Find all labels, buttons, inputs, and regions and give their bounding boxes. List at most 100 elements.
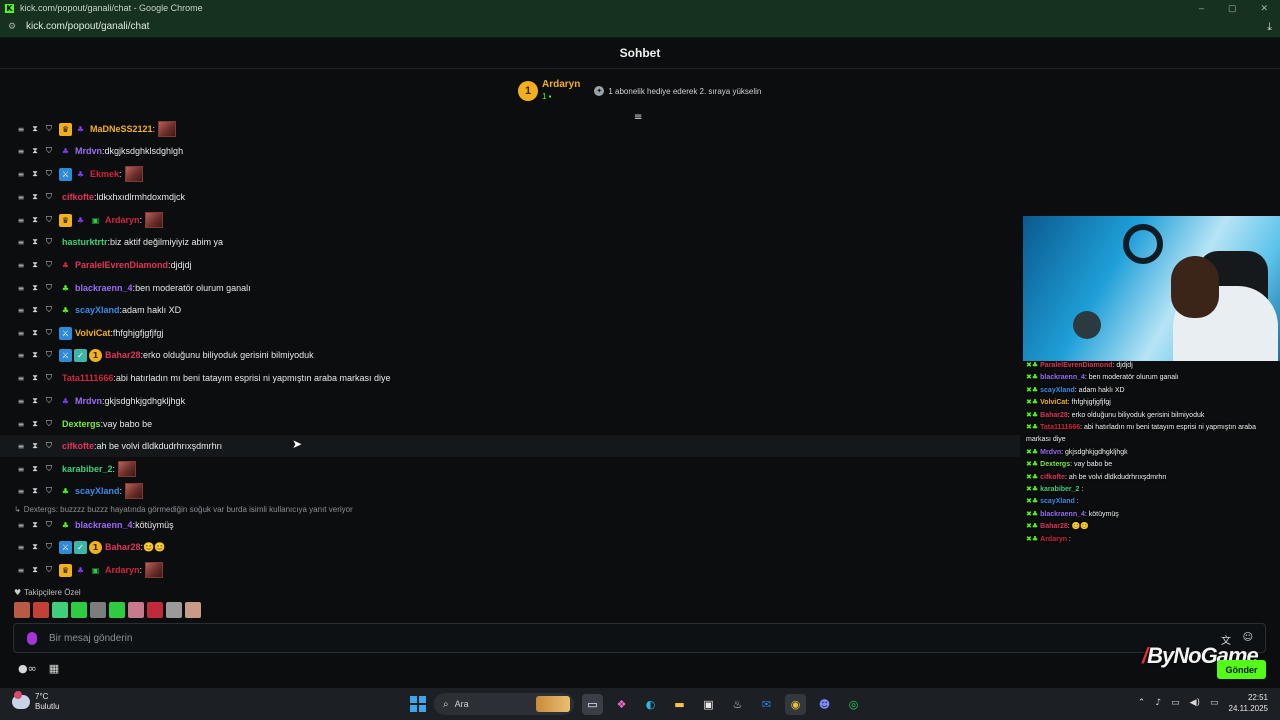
spotify-icon[interactable]: ◎ — [843, 694, 864, 715]
delete-message-icon[interactable]: ≡ — [14, 261, 28, 270]
chat-message[interactable]: ≡ ⧗ ⛉ ♣ Mrdvn: gkjsdghkjgdhgkljhgk — [0, 390, 1020, 412]
delete-message-icon[interactable]: ≡ — [14, 216, 28, 225]
chat-message[interactable]: ≡ ⧗ ⛉ karabiber_2: — [0, 458, 1020, 480]
chat-username[interactable]: scayXland — [75, 305, 120, 315]
chat-username[interactable]: hasturktrtr — [62, 237, 108, 247]
delete-message-icon[interactable]: ≡ — [14, 420, 28, 429]
timeout-icon[interactable]: ⧗ — [28, 215, 42, 225]
ban-icon[interactable]: ⛉ — [42, 305, 56, 315]
chat-username[interactable]: Dextergs — [62, 419, 101, 429]
close-icon[interactable]: ✕ — [1260, 3, 1268, 14]
download-icon[interactable]: ⤓ — [1267, 20, 1272, 34]
delete-message-icon[interactable]: ≡ — [14, 566, 28, 575]
timeout-icon[interactable]: ⧗ — [28, 237, 42, 247]
chat-message[interactable]: ≡ ⧗ ⛉ ⚔ ♣ Ekmek: — [0, 163, 1020, 185]
timeout-icon[interactable]: ⧗ — [28, 260, 42, 270]
minimize-icon[interactable]: – — [1199, 3, 1204, 13]
delete-message-icon[interactable]: ≡ — [14, 543, 28, 552]
store-app-icon[interactable]: ▣ — [698, 694, 719, 715]
maximize-icon[interactable]: ▢ — [1228, 3, 1237, 14]
chat-message[interactable]: ≡ ⧗ ⛉ ♣ scayXland: — [0, 480, 1020, 502]
follower-emote[interactable] — [166, 602, 182, 618]
chrome-icon[interactable]: ◉ — [785, 693, 806, 715]
delete-message-icon[interactable]: ≡ — [14, 487, 28, 496]
ban-icon[interactable]: ⛉ — [42, 419, 56, 429]
discord-icon[interactable]: ☻ — [814, 694, 835, 715]
steam-icon[interactable]: ♨ — [727, 694, 748, 715]
outlook-icon[interactable]: ✉ — [756, 694, 777, 715]
timeout-icon[interactable]: ⧗ — [28, 419, 42, 429]
ban-icon[interactable]: ⛉ — [42, 328, 56, 338]
ban-icon[interactable]: ⛉ — [42, 146, 56, 156]
ban-icon[interactable]: ⛉ — [42, 215, 56, 225]
ban-icon[interactable]: ⛉ — [42, 542, 56, 552]
chat-username[interactable]: ParalelEvrenDiamond — [75, 260, 168, 270]
chat-message[interactable]: ≡ ⧗ ⛉ ♛ ♣ MaDNeSS2121: — [0, 118, 1020, 140]
battery-icon[interactable]: ▭ — [1210, 698, 1219, 708]
store-icon[interactable]: ▦ — [49, 662, 59, 675]
chat-username[interactable]: Bahar28 — [105, 350, 141, 360]
leader-name[interactable]: Ardaryn — [542, 79, 580, 91]
ban-icon[interactable]: ⛉ — [42, 441, 56, 451]
ban-icon[interactable]: ⛉ — [42, 169, 56, 179]
chat-username[interactable]: Mrdvn — [75, 396, 102, 406]
timeout-icon[interactable]: ⧗ — [28, 146, 42, 156]
chat-username[interactable]: Bahar28 — [105, 542, 141, 552]
ban-icon[interactable]: ⛉ — [42, 565, 56, 575]
timeout-icon[interactable]: ⧗ — [28, 565, 42, 575]
timeout-icon[interactable]: ⧗ — [28, 305, 42, 315]
chat-username[interactable]: MaDNeSS2121 — [90, 124, 153, 134]
follower-emote[interactable] — [33, 602, 49, 618]
follower-emote[interactable] — [147, 602, 163, 618]
ban-icon[interactable]: ⛉ — [42, 520, 56, 530]
site-settings-icon[interactable]: ⚙ — [8, 22, 20, 32]
file-explorer-icon[interactable]: ▬ — [669, 694, 690, 715]
timeout-icon[interactable]: ⧗ — [28, 373, 42, 383]
delete-message-icon[interactable]: ≡ — [14, 521, 28, 530]
chat-username[interactable]: VolviCat — [75, 328, 110, 338]
timeout-icon[interactable]: ⧗ — [28, 169, 42, 179]
chat-message[interactable]: ≡ ⧗ ⛉ ♣ blackraenn_4: kötüymüş — [0, 514, 1020, 536]
delete-message-icon[interactable]: ≡ — [14, 125, 28, 134]
follower-emote[interactable] — [14, 602, 30, 618]
delete-message-icon[interactable]: ≡ — [14, 170, 28, 179]
chat-message[interactable]: ≡ ⧗ ⛉ ♣ scayXland: adam haklı XD — [0, 299, 1020, 321]
task-view-icon[interactable]: ▭ — [582, 693, 603, 715]
delete-message-icon[interactable]: ≡ — [14, 329, 28, 338]
network-icon[interactable]: ▭ — [1171, 698, 1180, 708]
timeout-icon[interactable]: ⧗ — [28, 124, 42, 134]
delete-message-icon[interactable]: ≡ — [14, 238, 28, 247]
timeout-icon[interactable]: ⧗ — [28, 464, 42, 474]
delete-message-icon[interactable]: ≡ — [14, 397, 28, 406]
chat-message[interactable]: ≡ ⧗ ⛉ ♛ ♣ ▣ Ardaryn: — [0, 559, 1020, 581]
timeout-icon[interactable]: ⧗ — [28, 328, 42, 338]
volume-icon[interactable]: ◀) — [1190, 698, 1200, 708]
follower-emote[interactable] — [52, 602, 68, 618]
chat-username[interactable]: Tata1111666 — [62, 373, 113, 383]
chat-message[interactable]: ≡ ⧗ ⛉ ⚔ ✓ 1 Bahar28: erko olduğunu biliyoduk g… — [0, 344, 1020, 366]
reply-context[interactable]: ↳ Dextergs: buzzzz buzzz hayatında görme… — [14, 505, 353, 514]
ban-icon[interactable]: ⛉ — [42, 260, 56, 270]
chat-message[interactable]: ≡ ⧗ ⛉ Tata1111666: abi hatırladın mı beni t… — [0, 367, 1020, 389]
delete-message-icon[interactable]: ≡ — [14, 306, 28, 315]
delete-message-icon[interactable]: ≡ — [14, 442, 28, 451]
message-input[interactable] — [49, 632, 1149, 644]
chat-username[interactable]: blackraenn_4 — [75, 283, 133, 293]
chat-username[interactable]: blackraenn_4 — [75, 520, 133, 530]
timeout-icon[interactable]: ⧗ — [28, 396, 42, 406]
send-button[interactable]: Gönder — [1217, 660, 1266, 679]
chat-message[interactable]: ≡ ⧗ ⛉ ♣ ParalelEvrenDiamond: djdjdj — [0, 254, 1020, 276]
timeout-icon[interactable]: ⧗ — [28, 192, 42, 202]
chat-username[interactable]: cifkofte — [62, 441, 94, 451]
clock[interactable]: 22:51 24.11.2025 — [1229, 692, 1268, 714]
chat-message[interactable]: ≡ ⧗ ⛉ cifkofte: ah be volvi dldkdudrhrıxşdm… — [0, 435, 1020, 457]
chat-username[interactable]: Ardaryn — [105, 565, 140, 575]
chat-message[interactable]: ≡ ⧗ ⛉ ⚔ VolviCat: fhfghjgfjgfjfgj — [0, 322, 1020, 344]
chat-message[interactable]: ≡ ⧗ ⛉ ♛ ♣ ▣ Ardaryn: — [0, 209, 1020, 231]
chat-username[interactable]: Mrdvn — [75, 146, 102, 156]
ban-icon[interactable]: ⛉ — [42, 350, 56, 360]
delete-message-icon[interactable]: ≡ — [14, 193, 28, 202]
chat-message[interactable]: ≡ ⧗ ⛉ ♣ Mrdvn: dkgjksdghklsdghlgh — [0, 140, 1020, 162]
points-icon[interactable]: ●∞ — [18, 662, 37, 675]
mic-icon[interactable] — [27, 631, 37, 645]
